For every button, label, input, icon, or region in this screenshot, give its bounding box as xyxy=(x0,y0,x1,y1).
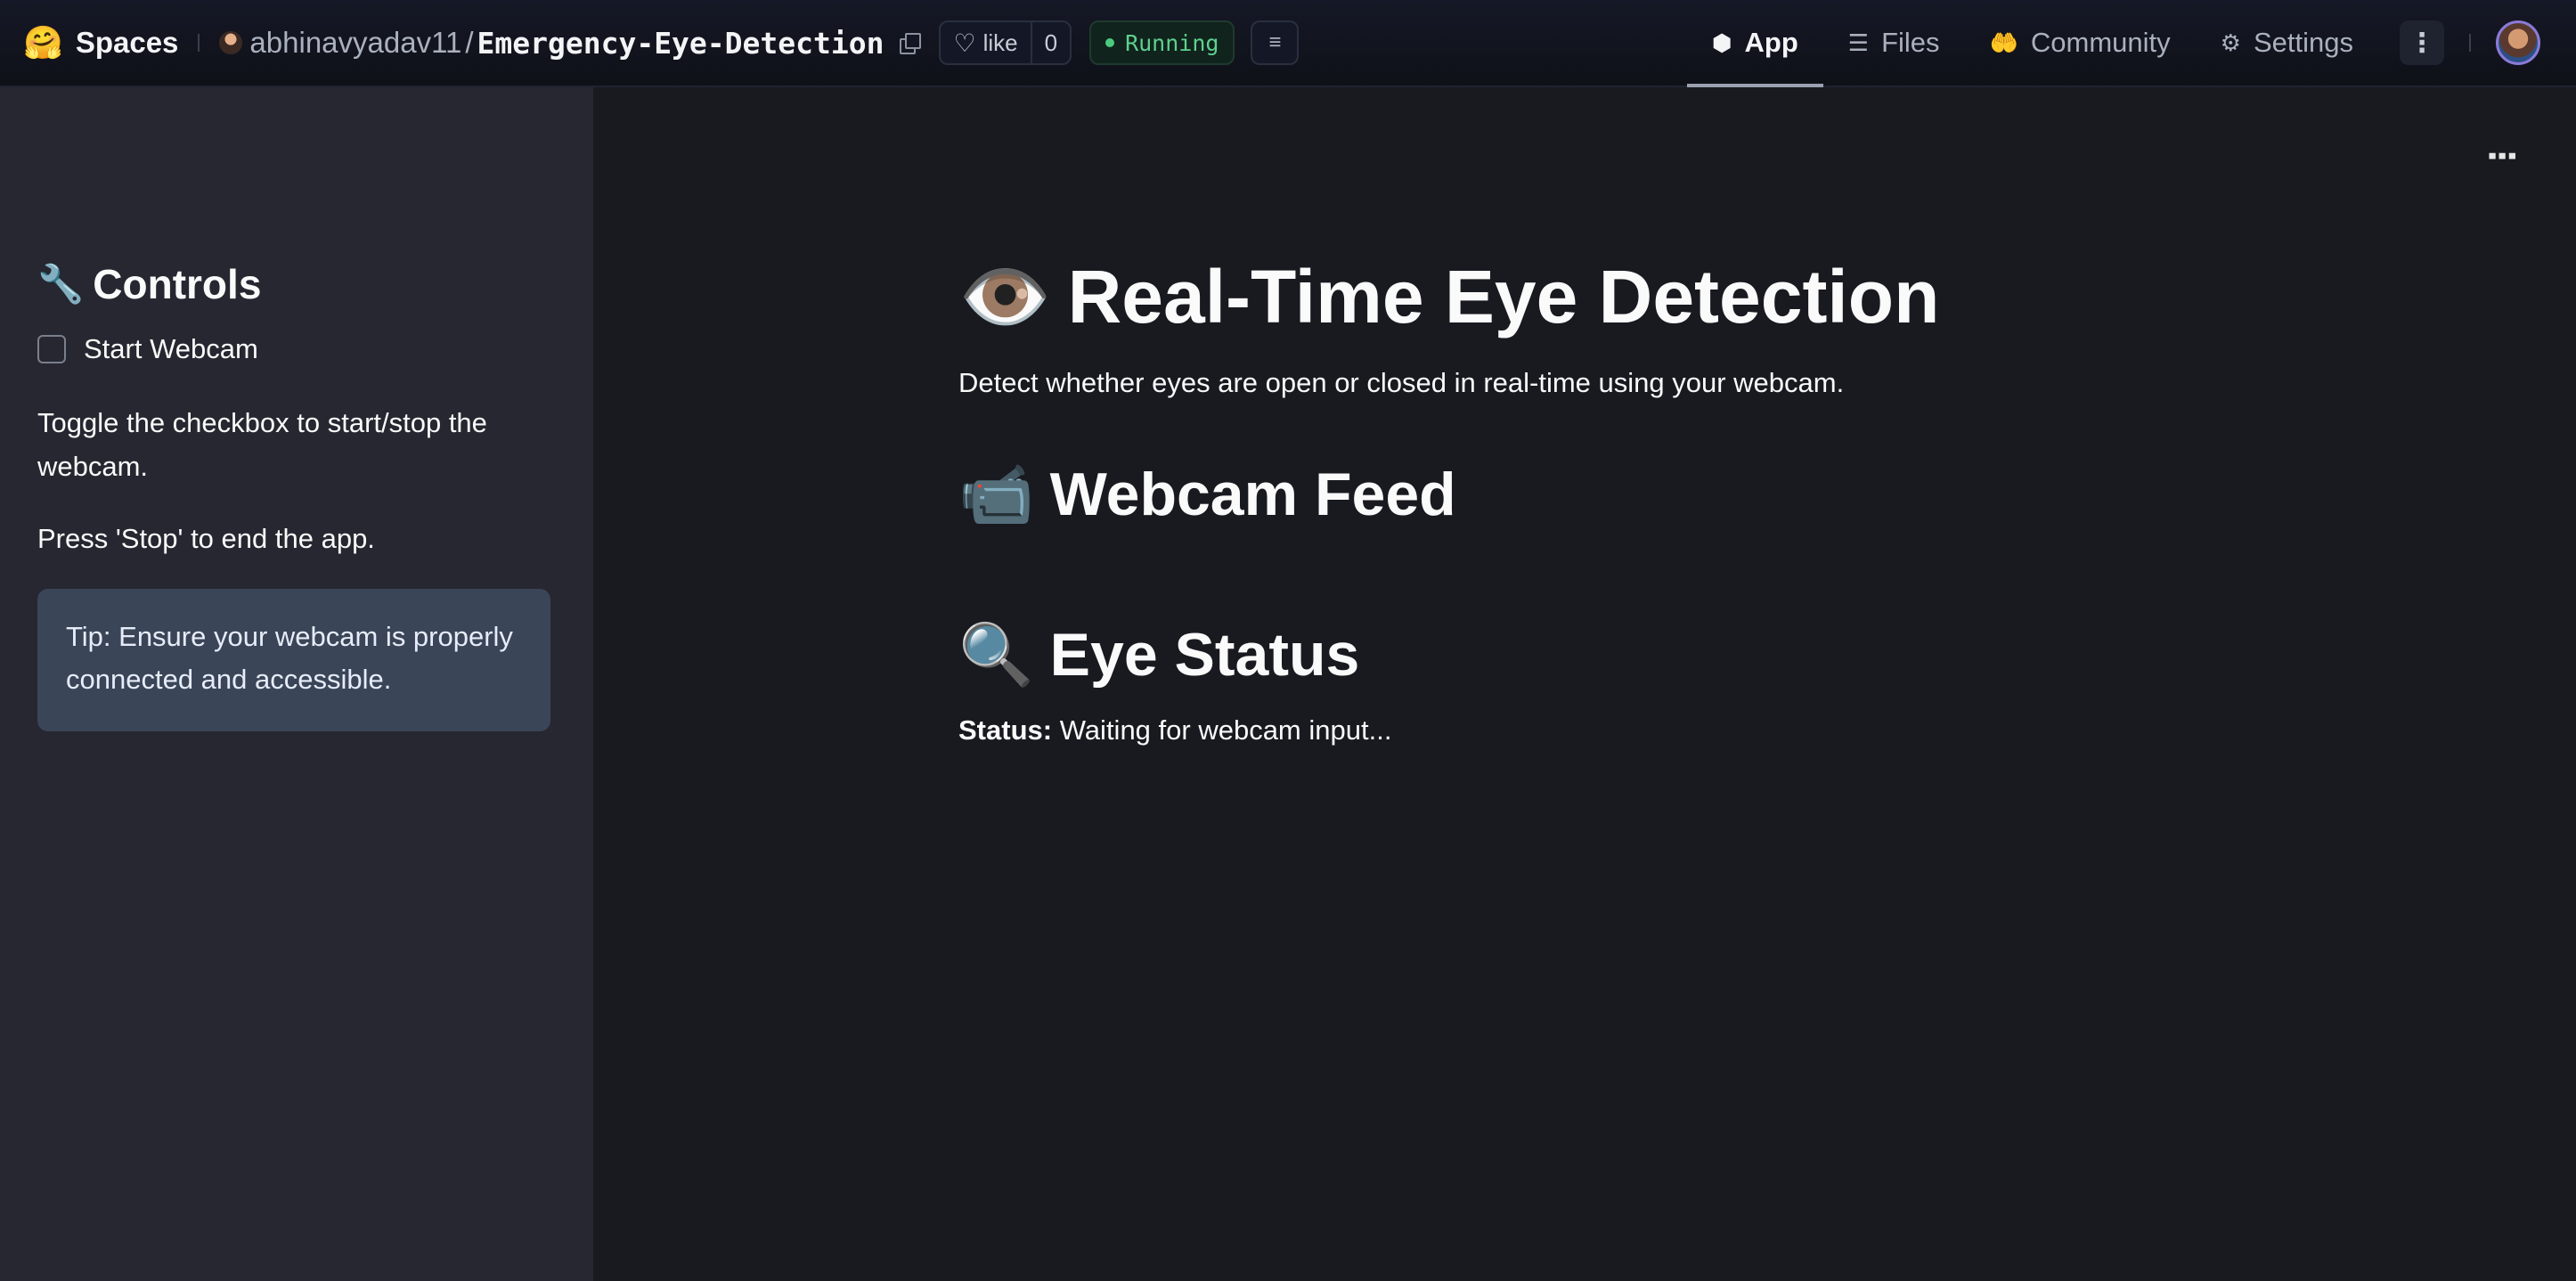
kebab-icon: ⋮ xyxy=(2409,28,2435,58)
eye-status-heading: 🔍 Eye Status xyxy=(958,615,2205,695)
topbar-right: ⬢ App ☰ Files 🤲 Community ⚙ Settings ⋮ xyxy=(1686,0,2576,87)
logs-icon: ≡ xyxy=(1268,30,1282,54)
page-title-text: Real-Time Eye Detection xyxy=(1067,254,1940,339)
tab-label: Community xyxy=(2030,27,2171,58)
tab-settings[interactable]: ⚙ Settings xyxy=(2196,0,2378,86)
sidebar-title-text: Controls xyxy=(93,261,262,307)
files-icon: ☰ xyxy=(1847,29,1870,56)
owner-link[interactable]: abhinavyadav11 xyxy=(249,26,461,60)
content-block: 👁️ Real-Time Eye Detection Detect whethe… xyxy=(958,248,2205,747)
sidebar-title: 🔧 Controls xyxy=(37,260,556,308)
video-camera-icon: 📹 xyxy=(958,461,1034,528)
top-navigation-bar: 🤗 Spaces abhinavyadav11 / Emergency-Eye-… xyxy=(0,0,2576,87)
owner-avatar[interactable] xyxy=(219,31,243,54)
status-value: Waiting for webcam input... xyxy=(1059,714,1392,746)
tip-info-box: Tip: Ensure your webcam is properly conn… xyxy=(37,589,550,731)
like-button[interactable]: ♡ like 0 xyxy=(939,20,1072,65)
gear-icon: ⚙ xyxy=(2220,29,2241,56)
copy-icon[interactable] xyxy=(900,33,922,54)
topbar-left: 🤗 Spaces abhinavyadav11 / Emergency-Eye-… xyxy=(0,0,1300,86)
start-webcam-label[interactable]: Start Webcam xyxy=(84,333,258,365)
status-text: Running xyxy=(1125,29,1219,56)
eye-status-line: Status: Waiting for webcam input... xyxy=(958,714,2205,747)
repo-name-link[interactable]: Emergency-Eye-Detection xyxy=(477,26,884,61)
user-avatar[interactable] xyxy=(2496,20,2540,65)
main-content: ⋮ 👁️ Real-Time Eye Detection Detect whet… xyxy=(593,87,2576,1281)
magnifier-icon: 🔍 xyxy=(958,621,1034,689)
tab-app[interactable]: ⬢ App xyxy=(1686,0,1823,87)
more-options-button[interactable]: ⋮ xyxy=(2400,20,2444,65)
wrench-icon: 🔧 xyxy=(37,262,85,305)
cube-icon: ⬢ xyxy=(1711,29,1732,56)
tab-label: Settings xyxy=(2253,27,2353,58)
app-menu-kebab-icon[interactable]: ⋮ xyxy=(2482,139,2521,171)
hugging-face-logo-icon[interactable]: 🤗 xyxy=(23,27,63,59)
divider xyxy=(198,34,200,52)
divider xyxy=(2469,34,2471,52)
tab-files[interactable]: ☰ Files xyxy=(1823,0,1965,86)
status-label: Status: xyxy=(958,714,1053,746)
status-dot-icon xyxy=(1105,38,1115,47)
tab-community[interactable]: 🤲 Community xyxy=(1965,0,2196,86)
path-separator: / xyxy=(465,26,474,59)
heart-icon: ♡ xyxy=(953,29,976,57)
eye-status-heading-text: Eye Status xyxy=(1049,621,1360,689)
community-icon: 🤲 xyxy=(1989,29,2018,56)
instruction-text: Toggle the checkbox to start/stop the we… xyxy=(37,407,487,482)
start-webcam-checkbox[interactable] xyxy=(37,335,66,363)
like-toggle[interactable]: ♡ like xyxy=(941,22,1030,63)
like-count[interactable]: 0 xyxy=(1030,22,1070,63)
start-webcam-checkbox-row[interactable]: Start Webcam xyxy=(37,328,556,371)
page-subtitle: Detect whether eyes are open or closed i… xyxy=(958,367,1845,398)
sidebar: 🔧 Controls Start Webcam Toggle the check… xyxy=(0,87,593,1281)
webcam-feed-heading-text: Webcam Feed xyxy=(1049,461,1456,528)
spaces-link[interactable]: Spaces xyxy=(76,26,179,60)
like-label: like xyxy=(982,29,1018,56)
tab-label: App xyxy=(1744,27,1798,58)
status-badge[interactable]: Running xyxy=(1089,20,1235,65)
eye-icon: 👁️ xyxy=(958,254,1052,339)
logs-button[interactable]: ≡ xyxy=(1251,20,1300,65)
webcam-feed-heading: 📹 Webcam Feed xyxy=(958,454,2205,534)
stop-instruction-text: Press 'Stop' to end the app. xyxy=(37,523,375,554)
tab-label: Files xyxy=(1881,27,1940,58)
page-title: 👁️ Real-Time Eye Detection xyxy=(958,248,2205,346)
